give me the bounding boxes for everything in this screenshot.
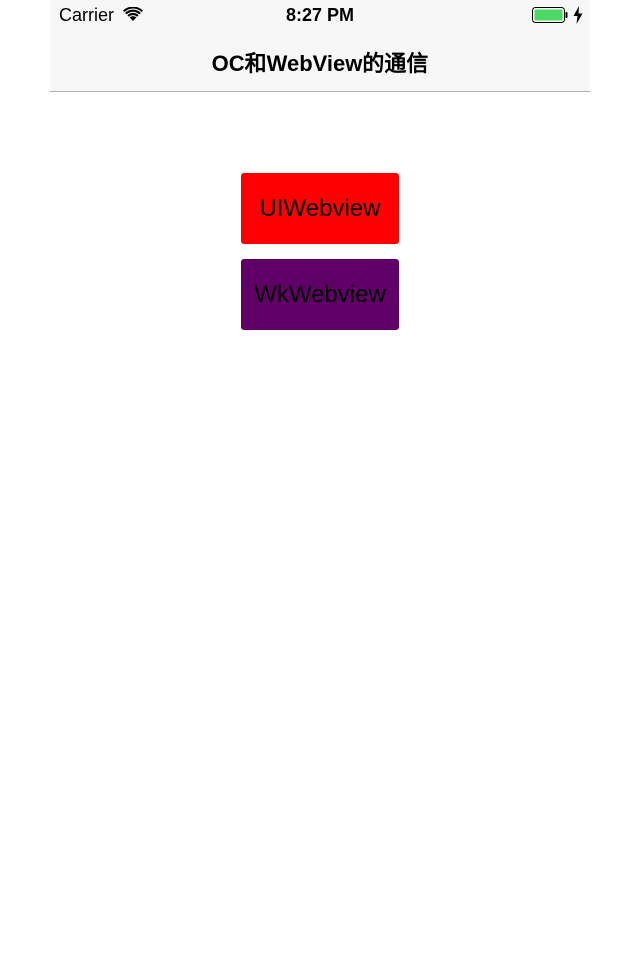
page-title: OC和WebView的通信: [211, 51, 429, 76]
battery-icon: [532, 7, 568, 23]
uiwebview-button-label: UIWebview: [259, 194, 381, 222]
charging-bolt-icon: [573, 6, 583, 24]
status-time: 8:27 PM: [285, 5, 355, 25]
status-bar: Carrier 8:27 PM: [50, 0, 590, 30]
uiwebview-button[interactable]: UIWebview: [241, 173, 399, 244]
navigation-header: Carrier 8:27 PM OC和WebView的通信: [50, 0, 590, 92]
wkwebview-button[interactable]: WkWebview: [241, 259, 399, 330]
app-screen: Carrier 8:27 PM OC和WebView的通信 UIWebview …: [50, 0, 590, 960]
wkwebview-button-label: WkWebview: [254, 280, 386, 308]
